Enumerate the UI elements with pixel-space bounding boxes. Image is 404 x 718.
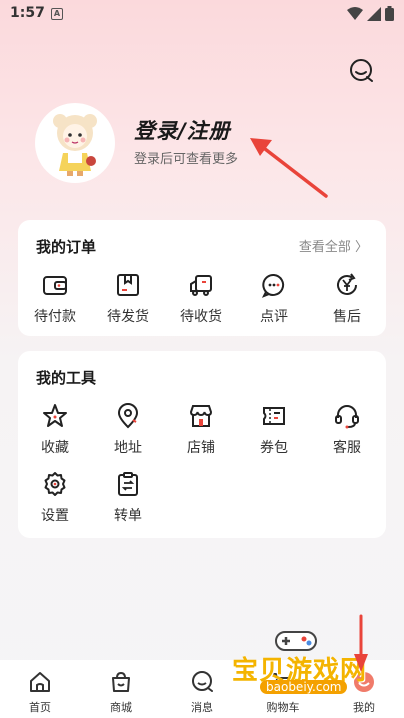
- login-subtitle: 登录后可查看更多: [134, 152, 239, 167]
- bag-icon: [112, 671, 130, 692]
- tool-transfer-order[interactable]: 转单: [91, 471, 165, 525]
- tab-messages[interactable]: 消息: [172, 670, 232, 715]
- order-after-sale[interactable]: 售后: [310, 272, 384, 326]
- home-icon: [30, 672, 50, 692]
- tool-address[interactable]: 地址: [91, 403, 165, 457]
- order-item-label: 点评: [260, 309, 288, 325]
- wifi-icon: [347, 6, 363, 20]
- my-orders-card: 我的订单 查看全部 〉 待付款 待发货 待收货 点评 售后: [18, 220, 386, 336]
- tool-item-label: 店铺: [187, 440, 215, 456]
- order-review[interactable]: 点评: [237, 272, 311, 326]
- red-arrow-annotation-icon: [250, 138, 328, 198]
- tool-item-label: 收藏: [41, 440, 69, 456]
- tab-label: 消息: [191, 701, 213, 714]
- order-item-label: 待收货: [180, 309, 222, 325]
- location-icon: [117, 403, 139, 429]
- tab-home[interactable]: 首页: [10, 670, 70, 715]
- wallet-icon: [43, 276, 67, 295]
- watermark-url: baobeiy.com: [260, 680, 348, 694]
- avatar[interactable]: [35, 103, 115, 183]
- avatar-illustration-icon: [53, 114, 97, 176]
- tab-mall[interactable]: 商城: [91, 670, 151, 715]
- tool-item-label: 设置: [41, 508, 69, 524]
- order-item-label: 待发货: [107, 309, 149, 325]
- tool-coupons[interactable]: 券包: [237, 403, 311, 457]
- star-icon: [43, 404, 67, 427]
- gear-icon: [44, 472, 66, 496]
- truck-icon: [190, 275, 212, 296]
- battery-icon: [385, 6, 394, 21]
- tab-label: 商城: [110, 701, 132, 714]
- red-arrow-down-annotation-icon: [354, 614, 368, 672]
- coupon-icon: [263, 407, 285, 425]
- my-tools-card: 我的工具 收藏 地址 店铺 券包 客服 设置 转单: [18, 351, 386, 538]
- tab-label: 首页: [29, 701, 51, 714]
- yen-refresh-icon: [337, 273, 357, 295]
- tool-item-label: 转单: [114, 508, 142, 524]
- order-item-label: 待付款: [34, 309, 76, 325]
- status-time: 1:57: [10, 5, 45, 21]
- order-pending-payment[interactable]: 待付款: [18, 272, 92, 326]
- tool-item-label: 券包: [260, 440, 288, 456]
- view-all-orders-link[interactable]: 查看全部 〉: [299, 236, 368, 255]
- signal-icon: [367, 6, 381, 21]
- login-register-title[interactable]: 登录/注册: [134, 115, 231, 145]
- order-pending-shipment[interactable]: 待发货: [91, 272, 165, 326]
- tool-item-label: 客服: [333, 440, 361, 456]
- headset-icon: [335, 405, 359, 429]
- order-pending-receipt[interactable]: 待收货: [164, 272, 238, 326]
- a-status-icon: A: [51, 8, 63, 20]
- comment-icon: [261, 273, 285, 298]
- orders-title: 我的订单: [36, 238, 97, 256]
- tool-store[interactable]: 店铺: [164, 403, 238, 457]
- store-icon: [189, 405, 213, 427]
- tool-settings[interactable]: 设置: [18, 471, 92, 525]
- order-item-label: 售后: [333, 309, 361, 325]
- status-indicators: [347, 6, 394, 21]
- message-icon: [192, 671, 213, 692]
- tools-title: 我的工具: [36, 369, 97, 387]
- package-icon: [117, 274, 139, 296]
- tool-item-label: 地址: [114, 440, 142, 456]
- tool-customer-service[interactable]: 客服: [310, 403, 384, 457]
- message-icon[interactable]: [348, 58, 374, 84]
- clipboard-icon: [118, 472, 138, 496]
- tool-favorites[interactable]: 收藏: [18, 403, 92, 457]
- status-bar: 1:57 A: [0, 0, 404, 28]
